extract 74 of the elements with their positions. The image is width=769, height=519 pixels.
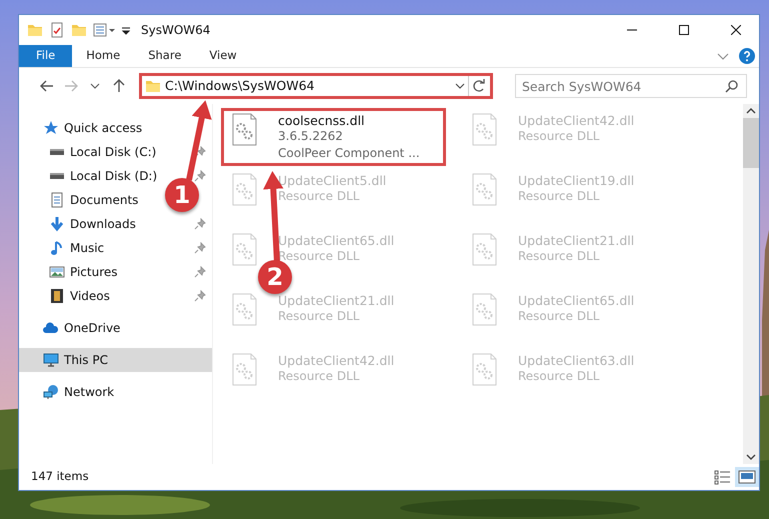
file-name: UpdateClient5.dll [278,173,386,188]
ribbon-tab[interactable]: File [19,45,72,67]
download-icon [49,216,65,232]
file-name: UpdateClient19.dll [518,173,634,188]
ribbon-tab[interactable]: View [195,45,251,67]
view-options-icon[interactable] [93,22,115,38]
large-icons-view-button[interactable] [735,467,759,487]
forward-icon [63,78,79,94]
monitor-icon [43,352,59,368]
sidebar-item[interactable]: This PC [19,348,212,372]
window-title: SysWOW64 [141,22,210,39]
file-detail: Resource DLL [518,128,600,145]
dll-file-icon [232,353,258,387]
file-detail: Resource DLL [278,308,360,325]
file-name: UpdateClient42.dll [518,113,634,128]
search-icon [725,79,739,93]
sidebar-item[interactable]: Downloads [49,215,136,233]
file-name: UpdateClient21.dll [518,233,634,248]
item-count: 147 items [31,468,90,486]
list-icon [714,469,732,485]
film-icon [49,288,65,304]
folder-icon [145,78,161,94]
file-item[interactable]: coolsecnss.dll 3.6.5.2262 CoolPeer Component ... [221,108,446,166]
sidebar-item[interactable]: Network [43,383,114,401]
file-detail: 3.6.5.2262 [278,128,344,145]
dll-file-icon [472,293,498,327]
file-name: coolsecnss.dll [278,113,366,128]
picture-icon [49,264,65,280]
file-detail: Resource DLL [518,308,600,325]
cloud-icon [43,320,59,336]
file-detail: CoolPeer Component ... [278,145,420,162]
file-detail: Resource DLL [518,248,600,265]
ribbon-tab[interactable]: Home [72,45,134,67]
dll-file-icon [472,233,498,267]
file-name: UpdateClient42.dll [278,353,394,368]
sidebar-item[interactable]: Pictures [49,263,118,281]
document-icon [49,192,65,208]
sidebar-item[interactable]: Music [49,239,104,257]
sidebar-item[interactable]: Documents [49,191,138,209]
dll-file-icon [232,293,258,327]
star-icon [43,120,59,136]
file-detail: Resource DLL [518,368,600,385]
up-arrow-icon [111,78,127,94]
sidebar-item[interactable]: Local Disk (C:) [49,143,156,161]
address-path: C:\Windows\SysWOW64 [165,76,316,95]
ribbon-tab[interactable]: Share [134,45,196,67]
dll-file-icon [472,173,498,207]
dll-file-icon [232,173,258,207]
file-name: UpdateClient21.dll [278,293,394,308]
music-note-icon [49,240,65,256]
dll-file-icon [472,113,498,147]
file-detail: Resource DLL [278,368,360,385]
back-icon [39,78,55,94]
thumbnail-icon [738,469,756,485]
scrollbar-thumb[interactable] [743,118,759,168]
help-icon[interactable] [739,48,755,64]
dll-file-icon [472,353,498,387]
dll-file-icon [232,233,258,267]
maximize-icon [679,25,689,35]
address-bar[interactable]: C:\Windows\SysWOW64 [139,73,493,99]
network-icon [43,384,59,400]
file-detail: Resource DLL [278,188,360,205]
file-detail: Resource DLL [518,188,600,205]
file-name: UpdateClient65.dll [518,293,634,308]
sidebar-item[interactable]: Quick access [43,119,142,137]
dll-file-icon [232,113,258,147]
properties-icon[interactable] [49,22,65,38]
sidebar-item[interactable]: Local Disk (D:) [49,167,158,185]
search-field[interactable]: Search SysWOW64 [515,74,747,98]
close-icon [731,25,741,35]
sidebar-item[interactable]: Videos [49,287,110,305]
sidebar-item[interactable]: OneDrive [43,319,120,337]
file-name: UpdateClient65.dll [278,233,394,248]
file-name: UpdateClient63.dll [518,353,634,368]
